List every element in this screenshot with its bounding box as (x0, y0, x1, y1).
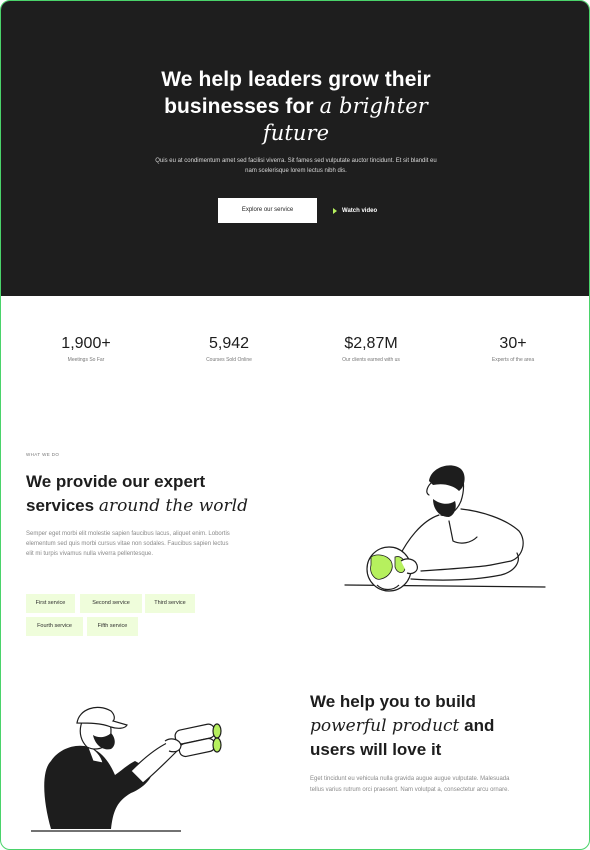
man-with-globe-illustration (344, 465, 546, 592)
man-with-binoculars-illustration (31, 706, 222, 832)
stat-courses: 5,942 Courses Sold Online (169, 334, 289, 363)
chip-fourth-service[interactable]: Fourth service (26, 617, 83, 636)
hero-title-line2: businesses for (164, 95, 314, 118)
page-frame: We help leaders grow their businesses fo… (0, 0, 590, 850)
services-title-line1: We provide our expert (26, 472, 206, 491)
services-title-line2: services (26, 496, 95, 515)
hero-title-italic: a brighter (319, 94, 428, 118)
product-title-italic: powerful product (310, 716, 460, 736)
stat-label: Meetings So Far (67, 357, 105, 363)
watch-video-button[interactable]: Watch video (333, 205, 377, 217)
hero-section: We help leaders grow their businesses fo… (1, 1, 589, 296)
stat-experts: 30+ Experts of the area (453, 334, 573, 363)
stat-meetings: 1,900+ Meetings So Far (26, 334, 146, 363)
product-title-line2: and (464, 716, 495, 735)
chip-third-service[interactable]: Third service (145, 594, 195, 613)
services-title: We provide our expert services around th… (26, 470, 256, 518)
chip-fifth-service[interactable]: Fifth service (87, 617, 138, 636)
product-title-line3: users will love it (310, 740, 442, 759)
services-description: Semper eget morbi elit molestie sapien f… (26, 531, 230, 557)
section-eyebrow: WHAT WE DO (26, 452, 60, 457)
stat-value: $2,87M (344, 335, 398, 352)
product-description: Eget tincidunt eu vehicula nulla gravida… (310, 776, 510, 793)
chip-second-service[interactable]: Second service (80, 594, 142, 613)
stat-value: 1,900+ (61, 335, 111, 352)
hero-description: Quis eu at condimentum amet sed facilisi… (155, 158, 437, 174)
explore-service-button[interactable]: Explore our service (218, 198, 317, 223)
stat-label: Our clients earned with us (342, 357, 400, 363)
stat-label: Courses Sold Online (206, 357, 252, 363)
play-icon (333, 208, 337, 214)
hero-title-italic-2: future (262, 121, 330, 145)
services-title-italic: around the world (98, 496, 248, 516)
stat-value: 5,942 (208, 335, 250, 352)
product-title-line1: We help you to build (310, 692, 476, 711)
stat-value: 30+ (499, 335, 527, 352)
watch-video-label: Watch video (342, 208, 378, 214)
hero-title-line1: We help leaders grow their (161, 68, 431, 91)
product-title: We help you to build powerful product an… (310, 690, 550, 762)
hero-title: We help leaders grow their businesses fo… (1, 67, 589, 147)
stat-earnings: $2,87M Our clients earned with us (311, 334, 431, 363)
chip-first-service[interactable]: First service (26, 594, 75, 613)
stat-label: Experts of the area (491, 357, 535, 363)
